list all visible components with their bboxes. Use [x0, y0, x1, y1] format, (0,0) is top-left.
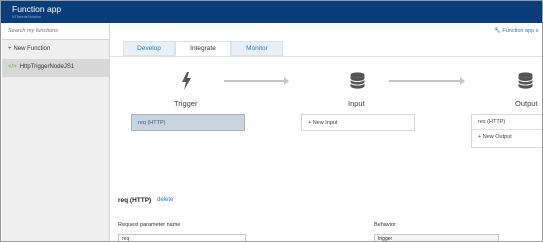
binding-details-title: req (HTTP) [118, 197, 152, 204]
function-label: HttpTriggerNodeJS1 [19, 64, 75, 70]
wrench-icon: 🔧 [494, 28, 501, 34]
app-subtitle: NTNeedsSolution [12, 15, 41, 19]
tab-integrate[interactable]: Integrate [175, 41, 231, 56]
plus-icon: + [8, 46, 12, 52]
request-parameter-name-input[interactable]: req [118, 234, 246, 241]
database-icon [350, 72, 365, 89]
function-app-settings-link[interactable]: 🔧 Function app s [494, 28, 538, 34]
app-header: Function app NTNeedsSolution [1, 1, 542, 23]
tab-monitor[interactable]: Monitor [231, 41, 283, 56]
output-label: Output [515, 99, 538, 108]
database-icon [518, 72, 533, 89]
new-input-button[interactable]: + New Input [301, 114, 415, 131]
arrow-icon [224, 77, 289, 85]
code-icon: </> [8, 64, 17, 70]
search-input[interactable] [2, 23, 109, 40]
trigger-label: Trigger [174, 99, 198, 108]
new-function-button[interactable]: + New Function [2, 44, 109, 56]
output-binding-res-http[interactable]: res (HTTP) [472, 115, 542, 130]
request-parameter-name-label: Request parameter name [118, 222, 181, 228]
app-title: Function app [12, 4, 62, 14]
output-bindings-list: res (HTTP) + New Output [471, 114, 542, 148]
lightning-bolt-icon [182, 72, 191, 90]
input-label: Input [348, 99, 365, 108]
delete-binding-link[interactable]: delete [157, 197, 173, 203]
sidebar-item-function[interactable]: </> HttpTriggerNodeJS1 [2, 59, 109, 77]
integrate-panel [110, 56, 542, 241]
arrow-icon [389, 77, 465, 85]
tab-develop[interactable]: Develop [123, 41, 175, 56]
tab-bar: Develop Integrate Monitor [123, 41, 283, 56]
behavior-label: Behavior [374, 222, 396, 228]
function-app-settings-label: Function app s [502, 28, 539, 34]
sidebar: +New Function </>HttpTriggerNodeJS1 [2, 23, 110, 241]
behavior-select[interactable]: trigger [374, 234, 499, 241]
page-frame: Function app NTNeedsSolution +New Functi… [0, 0, 543, 242]
new-function-label: New Function [13, 46, 51, 52]
trigger-binding-req-http[interactable]: req (HTTP) [131, 114, 245, 131]
new-output-button[interactable]: + New Output [472, 130, 542, 145]
